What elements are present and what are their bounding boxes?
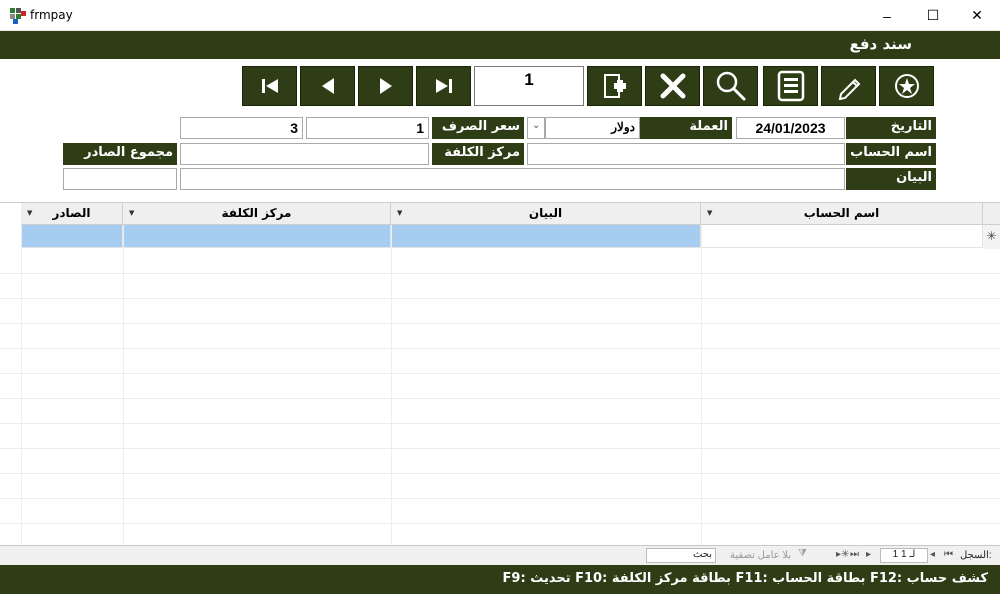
sort-arrow-icon: ▼ <box>397 209 403 217</box>
new-record-button[interactable] <box>587 66 642 106</box>
exchange-rate-field[interactable]: 1 <box>306 117 429 139</box>
new-record-icon <box>603 74 626 98</box>
grid-line <box>0 298 1000 299</box>
window-titlebar <box>0 0 1000 31</box>
pencil-icon <box>838 78 860 100</box>
search-icon <box>716 71 745 101</box>
description-label: البيان <box>846 168 936 190</box>
filter-status[interactable]: بلا عامل تصفية <box>730 550 791 561</box>
next-record-button[interactable] <box>358 66 413 106</box>
column-header-account[interactable]: اسم الحساب ▼ <box>701 203 983 225</box>
column-header-label: البيان <box>528 206 563 220</box>
navigator-search-field[interactable]: بحث <box>646 548 716 563</box>
nav-last-button[interactable]: ⏭ <box>850 549 859 560</box>
options-button[interactable] <box>879 66 934 106</box>
record-number-field[interactable]: 1 <box>474 66 584 106</box>
entries-grid[interactable]: اسم الحساب ▼ البيان ▼ مركز الكلفة ▼ الصا… <box>0 202 1000 545</box>
grid-line <box>0 523 1000 524</box>
sort-arrow-icon: ▼ <box>707 209 713 217</box>
cost-center-field[interactable] <box>180 143 429 165</box>
grid-line <box>0 448 1000 449</box>
maximize-button[interactable]: ☐ <box>910 0 956 31</box>
record-navigator: السجل: ⏮ ◂ 1 لـ 1 ▸ ⏭ ▸✳ ⧩ بلا عامل تصفي… <box>0 545 1000 565</box>
total-issued-label: مجموع الصادر <box>63 143 177 165</box>
currency-label: العملة <box>640 117 732 139</box>
new-row-selector[interactable]: ✳ <box>983 225 1000 249</box>
grid-line <box>0 473 1000 474</box>
shortcut-hints: كشف حساب :F12 بطاقة الحساب :F11 بطاقة مر… <box>502 571 988 586</box>
delete-button[interactable] <box>645 66 700 106</box>
nav-new-button[interactable]: ▸✳ <box>836 549 849 560</box>
close-window-button[interactable]: ✕ <box>954 0 1000 31</box>
report-icon <box>777 70 804 102</box>
nav-next-button[interactable]: ▸ <box>866 549 871 560</box>
column-header-label: اسم الحساب <box>803 206 880 220</box>
currency-select[interactable]: دولار <box>545 117 640 139</box>
last-record-button[interactable] <box>416 66 471 106</box>
minimize-button[interactable]: – <box>864 0 910 31</box>
column-header-label: مركز الكلفة <box>221 206 292 220</box>
description-field[interactable] <box>180 168 845 190</box>
column-header-cost-center[interactable]: مركز الكلفة ▼ <box>123 203 391 225</box>
exchange-rate-label: سعر الصرف <box>432 117 524 139</box>
app-icon <box>10 8 26 24</box>
search-button[interactable] <box>703 66 758 106</box>
chevron-down-icon: ⌄ <box>532 120 541 131</box>
last-record-icon <box>435 79 452 93</box>
nav-first-button[interactable]: ⏮ <box>944 549 953 560</box>
grid-corner <box>983 203 1000 225</box>
date-field[interactable]: 24/01/2023 <box>736 117 845 139</box>
date-label: التاريخ <box>846 117 936 139</box>
grid-line <box>0 348 1000 349</box>
first-record-icon <box>261 79 278 93</box>
column-header-issued[interactable]: الصادر ▼ <box>21 203 123 225</box>
grid-line <box>0 498 1000 499</box>
star-icon <box>894 74 919 98</box>
filter-icon: ⧩ <box>798 548 807 559</box>
window-title: frmpay <box>30 8 73 22</box>
shortcut-footer: كشف حساب :F12 بطاقة الحساب :F11 بطاقة مر… <box>0 565 1000 594</box>
new-row-account-cell[interactable] <box>701 225 983 248</box>
grid-line <box>0 423 1000 424</box>
account-name-label: اسم الحساب <box>846 143 936 165</box>
currency-dropdown-button[interactable]: ⌄ <box>527 117 545 139</box>
form-title: سند دفع <box>849 35 912 53</box>
new-row-description-cell[interactable] <box>391 225 701 248</box>
column-header-label: الصادر <box>52 206 91 220</box>
cost-center-label: مركز الكلفة <box>432 143 524 165</box>
nav-prev-button[interactable]: ◂ <box>930 549 935 560</box>
sort-arrow-icon: ▼ <box>27 209 33 217</box>
total-issued-field[interactable] <box>63 168 177 190</box>
next-record-icon <box>379 78 392 94</box>
grid-line <box>0 323 1000 324</box>
record-label: السجل: <box>960 550 992 561</box>
grid-line <box>0 398 1000 399</box>
print-button[interactable] <box>763 66 818 106</box>
grid-line <box>0 373 1000 374</box>
amount-field[interactable]: 3 <box>180 117 303 139</box>
grid-line <box>0 273 1000 274</box>
edit-button[interactable] <box>821 66 876 106</box>
first-record-button[interactable] <box>242 66 297 106</box>
previous-record-button[interactable] <box>300 66 355 106</box>
record-position-field[interactable]: 1 لـ 1 <box>880 548 928 563</box>
delete-icon <box>660 73 685 99</box>
sort-arrow-icon: ▼ <box>129 209 135 217</box>
account-name-field[interactable] <box>527 143 845 165</box>
column-header-description[interactable]: البيان ▼ <box>391 203 701 225</box>
previous-record-icon <box>321 78 334 94</box>
new-row-cost-center-cell[interactable] <box>123 225 391 248</box>
new-row-issued-cell[interactable] <box>21 225 123 248</box>
